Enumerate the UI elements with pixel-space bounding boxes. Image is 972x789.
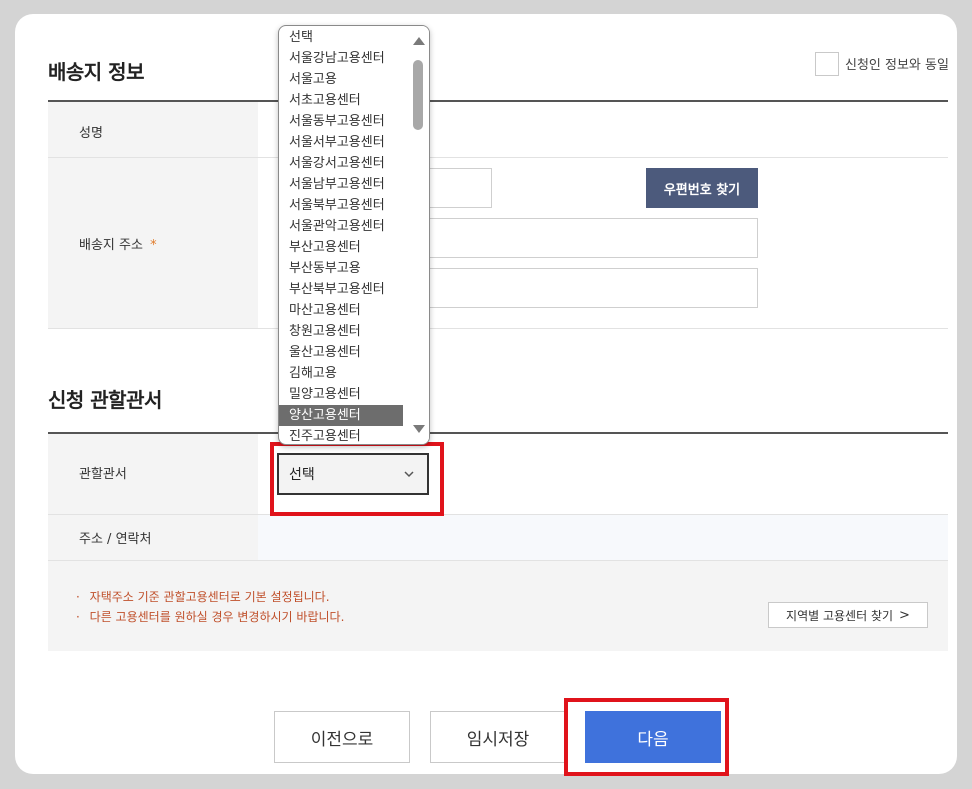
office-label: 관할관서 (79, 467, 127, 482)
address-label-wrap: 배송지 주소 * (79, 234, 157, 253)
dropdown-option[interactable]: 서울남부고용센터 (289, 174, 403, 195)
dropdown-option[interactable]: 서울북부고용센터 (289, 195, 403, 216)
dropdown-option[interactable]: 창원고용센터 (289, 321, 403, 342)
chevron-right-icon: > (899, 607, 910, 623)
zipcode-search-button[interactable]: 우편번호 찾기 (646, 168, 758, 208)
required-mark: * (150, 238, 157, 253)
scrollbar-thumb[interactable] (413, 60, 423, 130)
note-item-1: · 자택주소 기준 관할고용센터로 기본 설정됩니다. (76, 588, 330, 605)
dropdown-option[interactable]: 서울강남고용센터 (289, 48, 403, 69)
dropdown-option[interactable]: 부산북부고용센터 (289, 279, 403, 300)
note-item-2: · 다른 고용센터를 원하실 경우 변경하시기 바랍니다. (76, 608, 344, 625)
note-text: 다른 고용센터를 원하실 경우 변경하시기 바랍니다. (89, 610, 345, 624)
delivery-section-title: 배송지 정보 (48, 60, 144, 84)
dropdown-option[interactable]: 마산고용센터 (289, 300, 403, 321)
dropdown-option[interactable]: 서울서부고용센터 (289, 132, 403, 153)
office-section-title: 신청 관할관서 (48, 388, 162, 412)
prev-button[interactable]: 이전으로 (274, 711, 410, 763)
region-search-button[interactable]: 지역별 고용센터 찾기 > (768, 602, 928, 628)
address-row-divider (48, 328, 948, 329)
address-label: 배송지 주소 (79, 238, 143, 253)
note-bullet: · (76, 590, 80, 604)
same-as-applicant-checkbox[interactable] (815, 52, 839, 76)
dropdown-option[interactable]: 서울관악고용센터 (289, 216, 403, 237)
next-button[interactable]: 다음 (585, 711, 721, 763)
dropdown-scrollbar[interactable] (409, 26, 429, 444)
dropdown-option[interactable]: 부산동부고용 (289, 258, 403, 279)
dropdown-option[interactable]: 서울강서고용센터 (289, 153, 403, 174)
address-contact-value-cell (258, 515, 948, 560)
dropdown-option[interactable]: 부산고용센터 (289, 237, 403, 258)
dropdown-option-highlighted[interactable]: 양산고용센터 (279, 405, 403, 426)
name-label: 성명 (79, 126, 103, 141)
scroll-down-arrow-icon[interactable] (412, 424, 426, 434)
dropdown-option[interactable]: 밀양고용센터 (289, 384, 403, 405)
office-select-value: 선택 (289, 467, 315, 483)
region-search-label: 지역별 고용센터 찾기 (786, 608, 894, 623)
note-text: 자택주소 기준 관할고용센터로 기본 설정됩니다. (89, 590, 330, 604)
note-bullet: · (76, 610, 80, 624)
dropdown-option[interactable]: 진주고용센터 (289, 426, 403, 444)
same-as-applicant-label: 신청인 정보와 동일 (845, 58, 949, 73)
scroll-up-arrow-icon[interactable] (412, 36, 426, 46)
dropdown-option[interactable]: 서울동부고용센터 (289, 111, 403, 132)
dropdown-option[interactable]: 서울고용 (289, 69, 403, 90)
chevron-down-icon (403, 466, 415, 486)
temp-save-button[interactable]: 임시저장 (430, 711, 566, 763)
dropdown-option[interactable]: 선택 (289, 27, 403, 48)
office-dropdown-list[interactable]: 선택 서울강남고용센터 서울고용 서초고용센터 서울동부고용센터 서울서부고용센… (278, 25, 430, 445)
dropdown-option[interactable]: 울산고용센터 (289, 342, 403, 363)
dropdown-option[interactable]: 김해고용 (289, 363, 403, 384)
address-contact-label: 주소 / 연락처 (79, 532, 152, 547)
dropdown-option[interactable]: 서초고용센터 (289, 90, 403, 111)
office-select[interactable]: 선택 (277, 453, 429, 495)
